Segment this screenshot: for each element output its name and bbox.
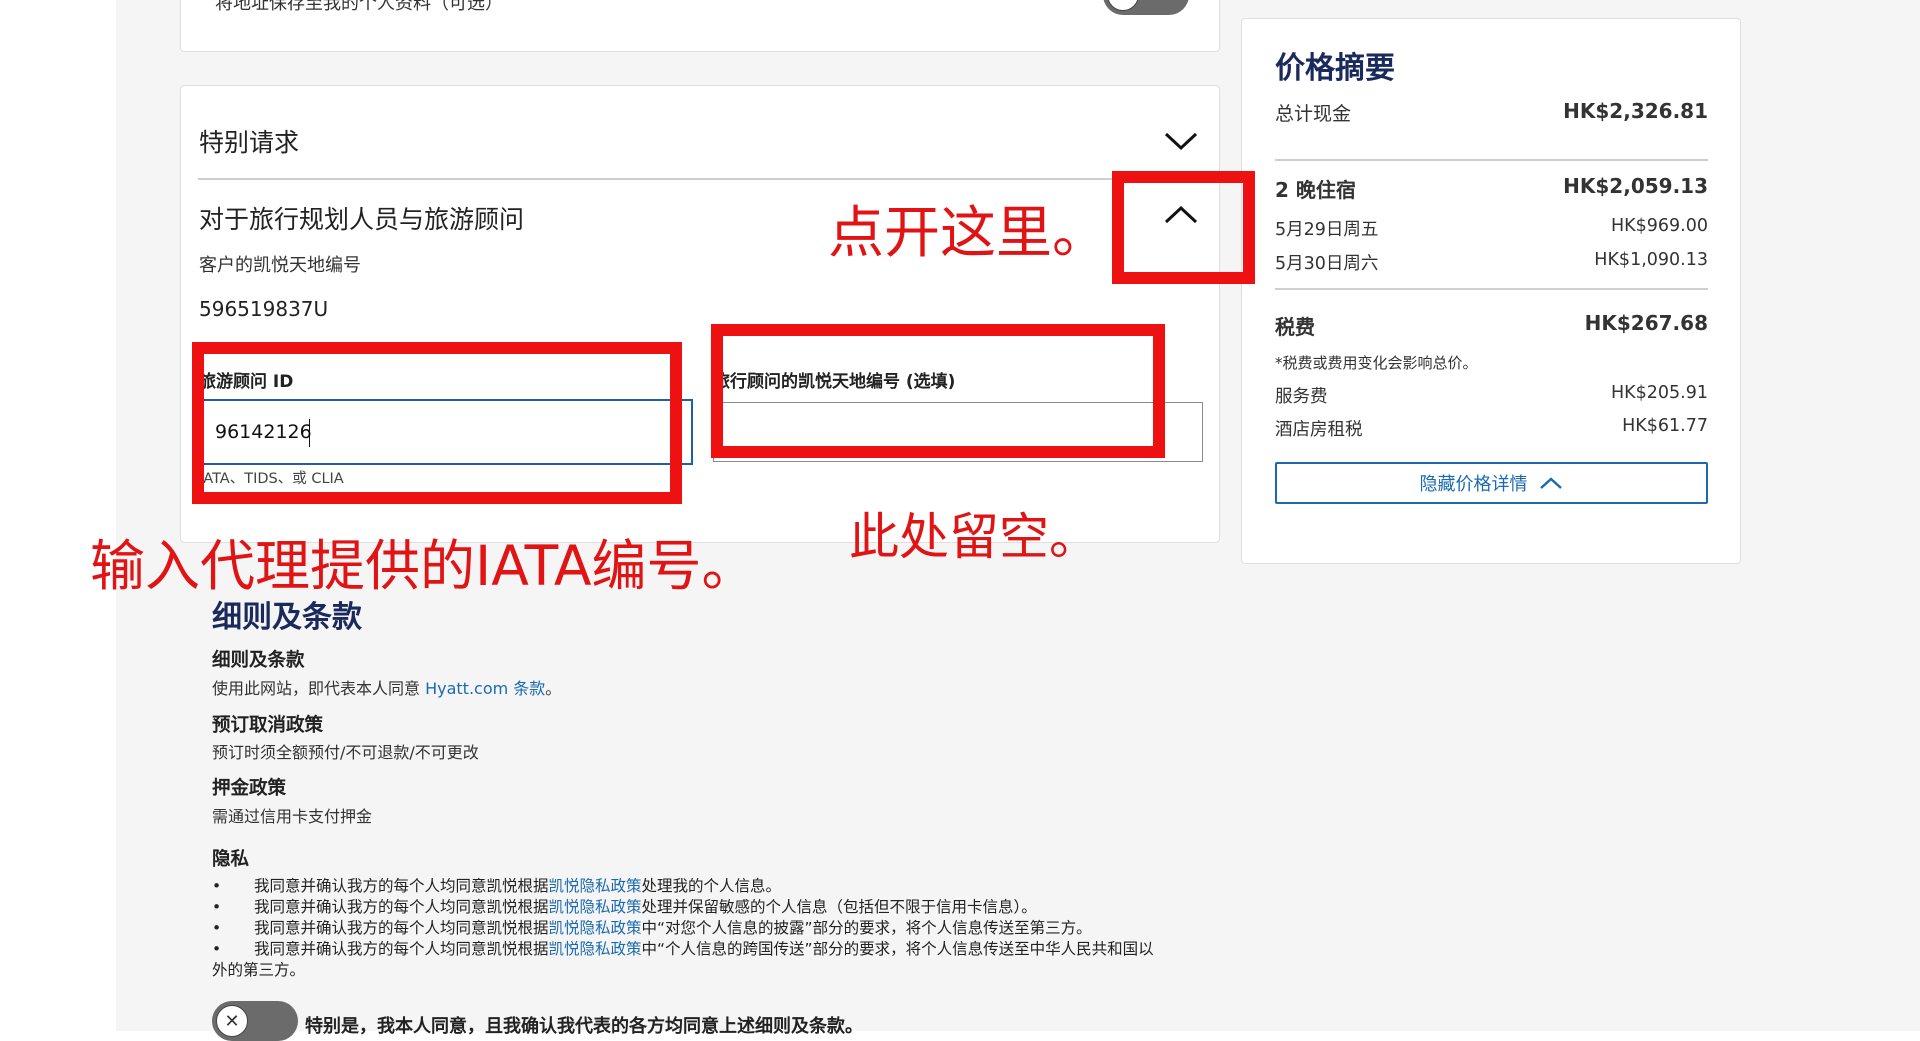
total-cash-value: HK$2,326.81 (1563, 99, 1708, 123)
privacy-item-suffix: 中“对您个人信息的披露”部分的要求，将个人信息传送至第三方。 (641, 919, 1092, 937)
section-divider (198, 178, 1203, 180)
night-price: HK$1,090.13 (1594, 250, 1708, 270)
annotation-box-agent-id (192, 342, 682, 504)
save-address-toggle[interactable]: ✕ (1103, 0, 1189, 15)
price-summary-card: 价格摘要 总计现金 HK$2,326.81 2 晚住宿 HK$2,059.13 … (1241, 18, 1741, 564)
total-cash-label: 总计现金 (1275, 103, 1352, 125)
privacy-item-prefix: 我同意并确认我方的每个人均同意凯悦根据 (254, 919, 549, 937)
address-card: 将地址保存至我的个人资料（可选） ✕ (180, 0, 1220, 52)
night-date: 5月29日周五 (1275, 220, 1379, 240)
privacy-policy-link[interactable]: 凯悦隐私政策 (549, 877, 642, 895)
cancel-policy-heading: 预订取消政策 (212, 715, 324, 736)
hyatt-terms-link[interactable]: Hyatt.com 条款 (425, 679, 545, 698)
privacy-item-prefix: 我同意并确认我方的每个人均同意凯悦根据 (254, 940, 549, 958)
travel-planner-title: 对于旅行规划人员与旅游顾问 (199, 205, 525, 234)
privacy-list-item: • 我同意并确认我方的每个人均同意凯悦根据凯悦隐私政策处理我的个人信息。 (212, 874, 781, 896)
privacy-item-prefix: 我同意并确认我方的每个人均同意凯悦根据 (254, 877, 549, 895)
privacy-policy-link[interactable]: 凯悦隐私政策 (549, 919, 642, 937)
price-divider (1275, 288, 1708, 290)
taxes-value: HK$267.68 (1584, 311, 1708, 335)
nights-value: HK$2,059.13 (1563, 174, 1708, 198)
nights-label: 2 晚住宿 (1275, 178, 1356, 202)
hide-price-details-label: 隐藏价格详情 (1419, 474, 1528, 495)
privacy-list-item: • 我同意并确认我方的每个人均同意凯悦根据凯悦隐私政策处理并保留敏感的个人信息（包… (212, 895, 1037, 917)
price-divider (1275, 159, 1708, 161)
cancel-policy-text: 预订时须全额预付/不可退款/不可更改 (212, 743, 479, 762)
consent-toggle[interactable]: ✕ (212, 1001, 298, 1041)
fee-name: 酒店房租税 (1275, 420, 1363, 440)
taxes-note: *税费或费用变化会影响总价。 (1275, 354, 1478, 372)
annotation-open-here: 点开这里。 (828, 201, 1108, 266)
bullet: • (212, 877, 222, 895)
chevron-up-icon (1539, 477, 1562, 489)
fee-name: 服务费 (1275, 387, 1328, 407)
annotation-box-chevron (1112, 171, 1255, 284)
customer-id-value: 596519837U (199, 297, 329, 321)
consent-label: 特别是，我本人同意，且我确认我代表的各方均同意上述细则及条款。 (305, 1016, 863, 1037)
privacy-item-wrap: 外的第三方。 (212, 961, 306, 979)
night-date: 5月30日周六 (1275, 254, 1379, 274)
terms-text-prefix: 使用此网站，即代表本人同意 (212, 679, 426, 698)
privacy-list-item: • 我同意并确认我方的每个人均同意凯悦根据凯悦隐私政策中“对您个人信息的披露”部分… (212, 916, 1092, 938)
price-summary-title: 价格摘要 (1275, 51, 1395, 86)
privacy-policy-link[interactable]: 凯悦隐私政策 (549, 940, 642, 958)
privacy-item-prefix: 我同意并确认我方的每个人均同意凯悦根据 (254, 898, 549, 916)
privacy-policy-link[interactable]: 凯悦隐私政策 (549, 898, 642, 916)
privacy-item-suffix: 中“个人信息的跨国传送”部分的要求，将个人信息传送至中华人民共和国以 (641, 940, 1154, 958)
bullet: • (212, 919, 222, 937)
close-icon: ✕ (1107, 0, 1139, 11)
save-address-label: 将地址保存至我的个人资料（可选） (215, 0, 503, 14)
bullet: • (212, 940, 222, 958)
terms-text-suffix: 。 (545, 679, 562, 698)
terms-text: 使用此网站，即代表本人同意 Hyatt.com 条款。 (212, 675, 561, 699)
night-price: HK$969.00 (1610, 216, 1708, 236)
chevron-down-icon[interactable] (1163, 129, 1199, 153)
bullet: • (212, 898, 222, 916)
taxes-label: 税费 (1275, 315, 1315, 339)
privacy-heading: 隐私 (212, 849, 250, 870)
close-icon: ✕ (216, 1005, 248, 1037)
deposit-policy-heading: 押金政策 (212, 778, 287, 799)
fee-price: HK$61.77 (1622, 416, 1708, 436)
special-requests-title: 特别请求 (199, 128, 300, 157)
deposit-policy-text: 需通过信用卡支付押金 (212, 807, 373, 826)
annotation-enter-iata: 输入代理提供的IATA编号。 (90, 534, 757, 598)
privacy-item-suffix: 处理并保留敏感的个人信息（包括但不限于信用卡信息）。 (641, 898, 1037, 916)
privacy-item-suffix: 处理我的个人信息。 (641, 877, 782, 895)
annotation-leave-blank: 此处留空。 (849, 508, 1099, 566)
customer-id-label: 客户的凯悦天地编号 (199, 255, 361, 276)
fee-price: HK$205.91 (1610, 383, 1708, 403)
terms-heading: 细则及条款 (212, 650, 305, 671)
privacy-list-item: • 我同意并确认我方的每个人均同意凯悦根据凯悦隐私政策中“个人信息的跨国传送”部分… (212, 937, 1154, 959)
hide-price-details-button[interactable]: 隐藏价格详情 (1275, 462, 1708, 504)
annotation-box-advisor-number (711, 324, 1165, 458)
